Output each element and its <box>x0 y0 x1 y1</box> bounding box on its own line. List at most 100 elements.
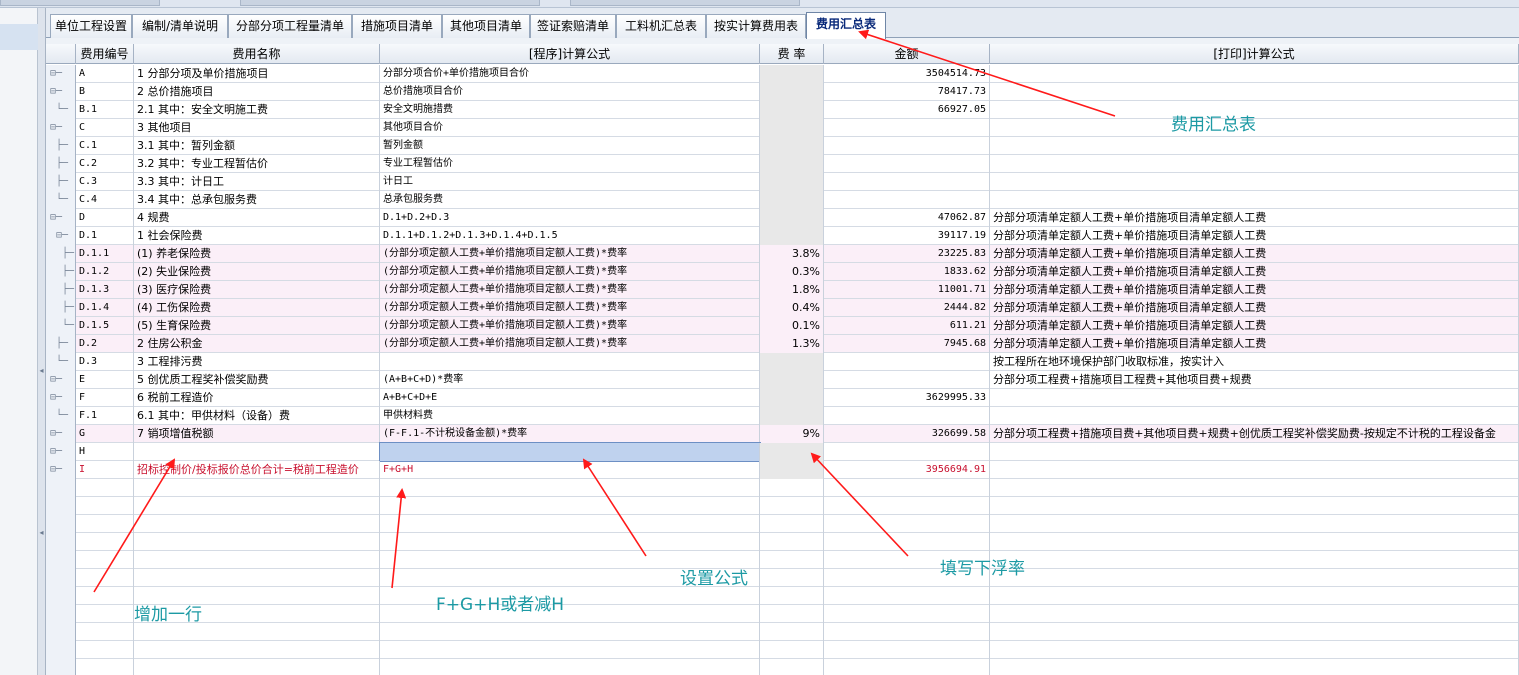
cell-print[interactable]: 分部分项工程费+措施项目工程费+其他项目费+规费 <box>990 371 1519 389</box>
cell-rate[interactable] <box>760 137 824 155</box>
cell-print[interactable] <box>990 389 1519 407</box>
row-indicator[interactable]: ⊟─ <box>46 389 76 407</box>
cell-code[interactable]: C <box>76 119 134 137</box>
table-row[interactable]: ⊟─ B 2 总价措施项目 总价措施项目合价 78417.73 <box>46 83 1519 101</box>
row-indicator[interactable]: ⊟─ <box>46 227 76 245</box>
cell-code[interactable]: F <box>76 389 134 407</box>
cell-name[interactable]: 2.1 其中：安全文明施工费 <box>134 101 380 119</box>
empty-cell[interactable] <box>76 659 134 675</box>
collapse-left-icon[interactable]: ◂ <box>39 528 44 538</box>
table-row[interactable]: └─ F.1 6.1 其中：甲供材料（设备）费 甲供材料费 <box>46 407 1519 425</box>
empty-cell[interactable] <box>760 641 824 659</box>
cell-amount[interactable] <box>824 407 990 425</box>
empty-cell[interactable] <box>76 569 134 587</box>
row-indicator[interactable]: └─ <box>46 101 76 119</box>
cell-amount[interactable]: 3504514.73 <box>824 65 990 83</box>
collapse-left-icon[interactable]: ◂ <box>39 366 44 376</box>
row-indicator[interactable]: ⊟─ <box>46 83 76 101</box>
cell-rate[interactable] <box>760 407 824 425</box>
cell-name[interactable]: 招标控制价/投标报价总价合计=税前工程造价 <box>134 461 380 479</box>
tree-expander-icon[interactable]: ⊟─ <box>46 65 76 83</box>
cell-formula[interactable]: 甲供材料费 <box>380 407 760 425</box>
cell-code[interactable]: C.1 <box>76 137 134 155</box>
cell-name[interactable]: 7 销项增值税额 <box>134 425 380 443</box>
cell-formula[interactable]: 总承包服务费 <box>380 191 760 209</box>
empty-cell[interactable] <box>380 533 760 551</box>
empty-cell[interactable] <box>134 623 380 641</box>
tree-expander-icon[interactable]: ├─ <box>46 245 76 263</box>
cell-amount[interactable] <box>824 155 990 173</box>
row-indicator[interactable] <box>46 605 76 623</box>
cell-formula[interactable] <box>380 353 760 371</box>
cell-formula[interactable]: D.1.1+D.1.2+D.1.3+D.1.4+D.1.5 <box>380 227 760 245</box>
row-indicator[interactable]: ⊟─ <box>46 209 76 227</box>
row-indicator[interactable]: ├─ <box>46 281 76 299</box>
cell-formula[interactable]: 暂列金额 <box>380 137 760 155</box>
empty-row[interactable] <box>46 551 1519 569</box>
cell-amount[interactable] <box>824 371 990 389</box>
table-row[interactable]: ⊟─ H <box>46 442 1519 462</box>
row-indicator[interactable]: ⊟─ <box>46 65 76 83</box>
cell-name[interactable]: 1 社会保险费 <box>134 227 380 245</box>
tab-9[interactable]: 费用汇总表 <box>806 12 886 39</box>
column-header-4[interactable]: 费 率 <box>760 44 824 64</box>
cell-formula[interactable]: (分部分项定额人工费+单价措施项目定额人工费)*费率 <box>380 263 760 281</box>
table-row[interactable]: ├─ C.3 3.3 其中：计日工 计日工 <box>46 173 1519 191</box>
tree-expander-icon[interactable]: └─ <box>46 317 76 335</box>
cell-code[interactable]: D.1 <box>76 227 134 245</box>
empty-cell[interactable] <box>76 479 134 497</box>
tree-expander-icon[interactable]: ⊟─ <box>46 461 76 479</box>
cell-rate[interactable] <box>760 209 824 227</box>
column-header-5[interactable]: 金额 <box>824 44 990 64</box>
cell-print[interactable]: 分部分项清单定额人工费+单价措施项目清单定额人工费 <box>990 281 1519 299</box>
empty-cell[interactable] <box>824 515 990 533</box>
cell-name[interactable]: 6.1 其中：甲供材料（设备）费 <box>134 407 380 425</box>
tree-expander-icon[interactable]: ├─ <box>46 155 76 173</box>
toolbar-segment[interactable] <box>570 0 800 6</box>
row-indicator[interactable] <box>46 497 76 515</box>
cell-formula[interactable]: 其他项目合价 <box>380 119 760 137</box>
tab-4[interactable]: 措施项目清单 <box>352 14 442 38</box>
table-row[interactable]: └─ C.4 3.4 其中：总承包服务费 总承包服务费 <box>46 191 1519 209</box>
empty-cell[interactable] <box>380 659 760 675</box>
table-row[interactable]: ├─ D.2 2 住房公积金 (分部分项定额人工费+单价措施项目定额人工费)*费率 1.… <box>46 335 1519 353</box>
row-indicator[interactable]: └─ <box>46 191 76 209</box>
cell-code[interactable]: I <box>76 461 134 479</box>
empty-row[interactable] <box>46 479 1519 497</box>
row-indicator[interactable]: ├─ <box>46 155 76 173</box>
tree-expander-icon[interactable]: └─ <box>46 101 76 119</box>
tree-expander-icon[interactable]: ⊟─ <box>46 443 76 461</box>
cell-rate[interactable] <box>760 65 824 83</box>
cell-amount[interactable]: 66927.05 <box>824 101 990 119</box>
cell-formula[interactable]: (分部分项定额人工费+单价措施项目定额人工费)*费率 <box>380 317 760 335</box>
cell-print[interactable] <box>990 65 1519 83</box>
tab-1[interactable]: 单位工程设置 <box>50 14 132 38</box>
cell-print[interactable]: 分部分项清单定额人工费+单价措施项目清单定额人工费 <box>990 335 1519 353</box>
empty-cell[interactable] <box>380 641 760 659</box>
table-row[interactable]: ⊟─ D 4 规费 D.1+D.2+D.3 47062.87 分部分项清单定额人工费+单价… <box>46 209 1519 227</box>
empty-cell[interactable] <box>134 659 380 675</box>
empty-cell[interactable] <box>380 479 760 497</box>
cell-rate[interactable] <box>760 461 824 479</box>
cell-name[interactable]: 3.2 其中：专业工程暂估价 <box>134 155 380 173</box>
cell-amount[interactable]: 2444.82 <box>824 299 990 317</box>
cell-name[interactable]: (5) 生育保险费 <box>134 317 380 335</box>
cell-formula[interactable]: 安全文明施措费 <box>380 101 760 119</box>
cell-formula[interactable]: (分部分项定额人工费+单价措施项目定额人工费)*费率 <box>380 281 760 299</box>
table-row[interactable]: ⊟─ G 7 销项增值税额 (F-F.1-不计税设备金额)*费率 9% 326699.58… <box>46 425 1519 443</box>
cell-rate[interactable] <box>760 155 824 173</box>
table-row[interactable]: ├─ D.1.1 (1) 养老保险费 (分部分项定额人工费+单价措施项目定额人工费)*… <box>46 245 1519 263</box>
cell-code[interactable]: C.4 <box>76 191 134 209</box>
empty-cell[interactable] <box>76 551 134 569</box>
row-indicator[interactable] <box>46 659 76 675</box>
cell-print[interactable]: 分部分项清单定额人工费+单价措施项目清单定额人工费 <box>990 209 1519 227</box>
empty-row[interactable] <box>46 623 1519 641</box>
row-indicator[interactable]: ├─ <box>46 137 76 155</box>
cell-print[interactable]: 分部分项清单定额人工费+单价措施项目清单定额人工费 <box>990 227 1519 245</box>
cell-formula[interactable]: (F-F.1-不计税设备金额)*费率 <box>380 425 760 443</box>
empty-cell[interactable] <box>760 515 824 533</box>
table-row[interactable]: ⊟─ C 3 其他项目 其他项目合价 <box>46 119 1519 137</box>
cell-rate[interactable]: 1.8% <box>760 281 824 299</box>
empty-cell[interactable] <box>760 587 824 605</box>
row-indicator[interactable]: ⊟─ <box>46 425 76 443</box>
